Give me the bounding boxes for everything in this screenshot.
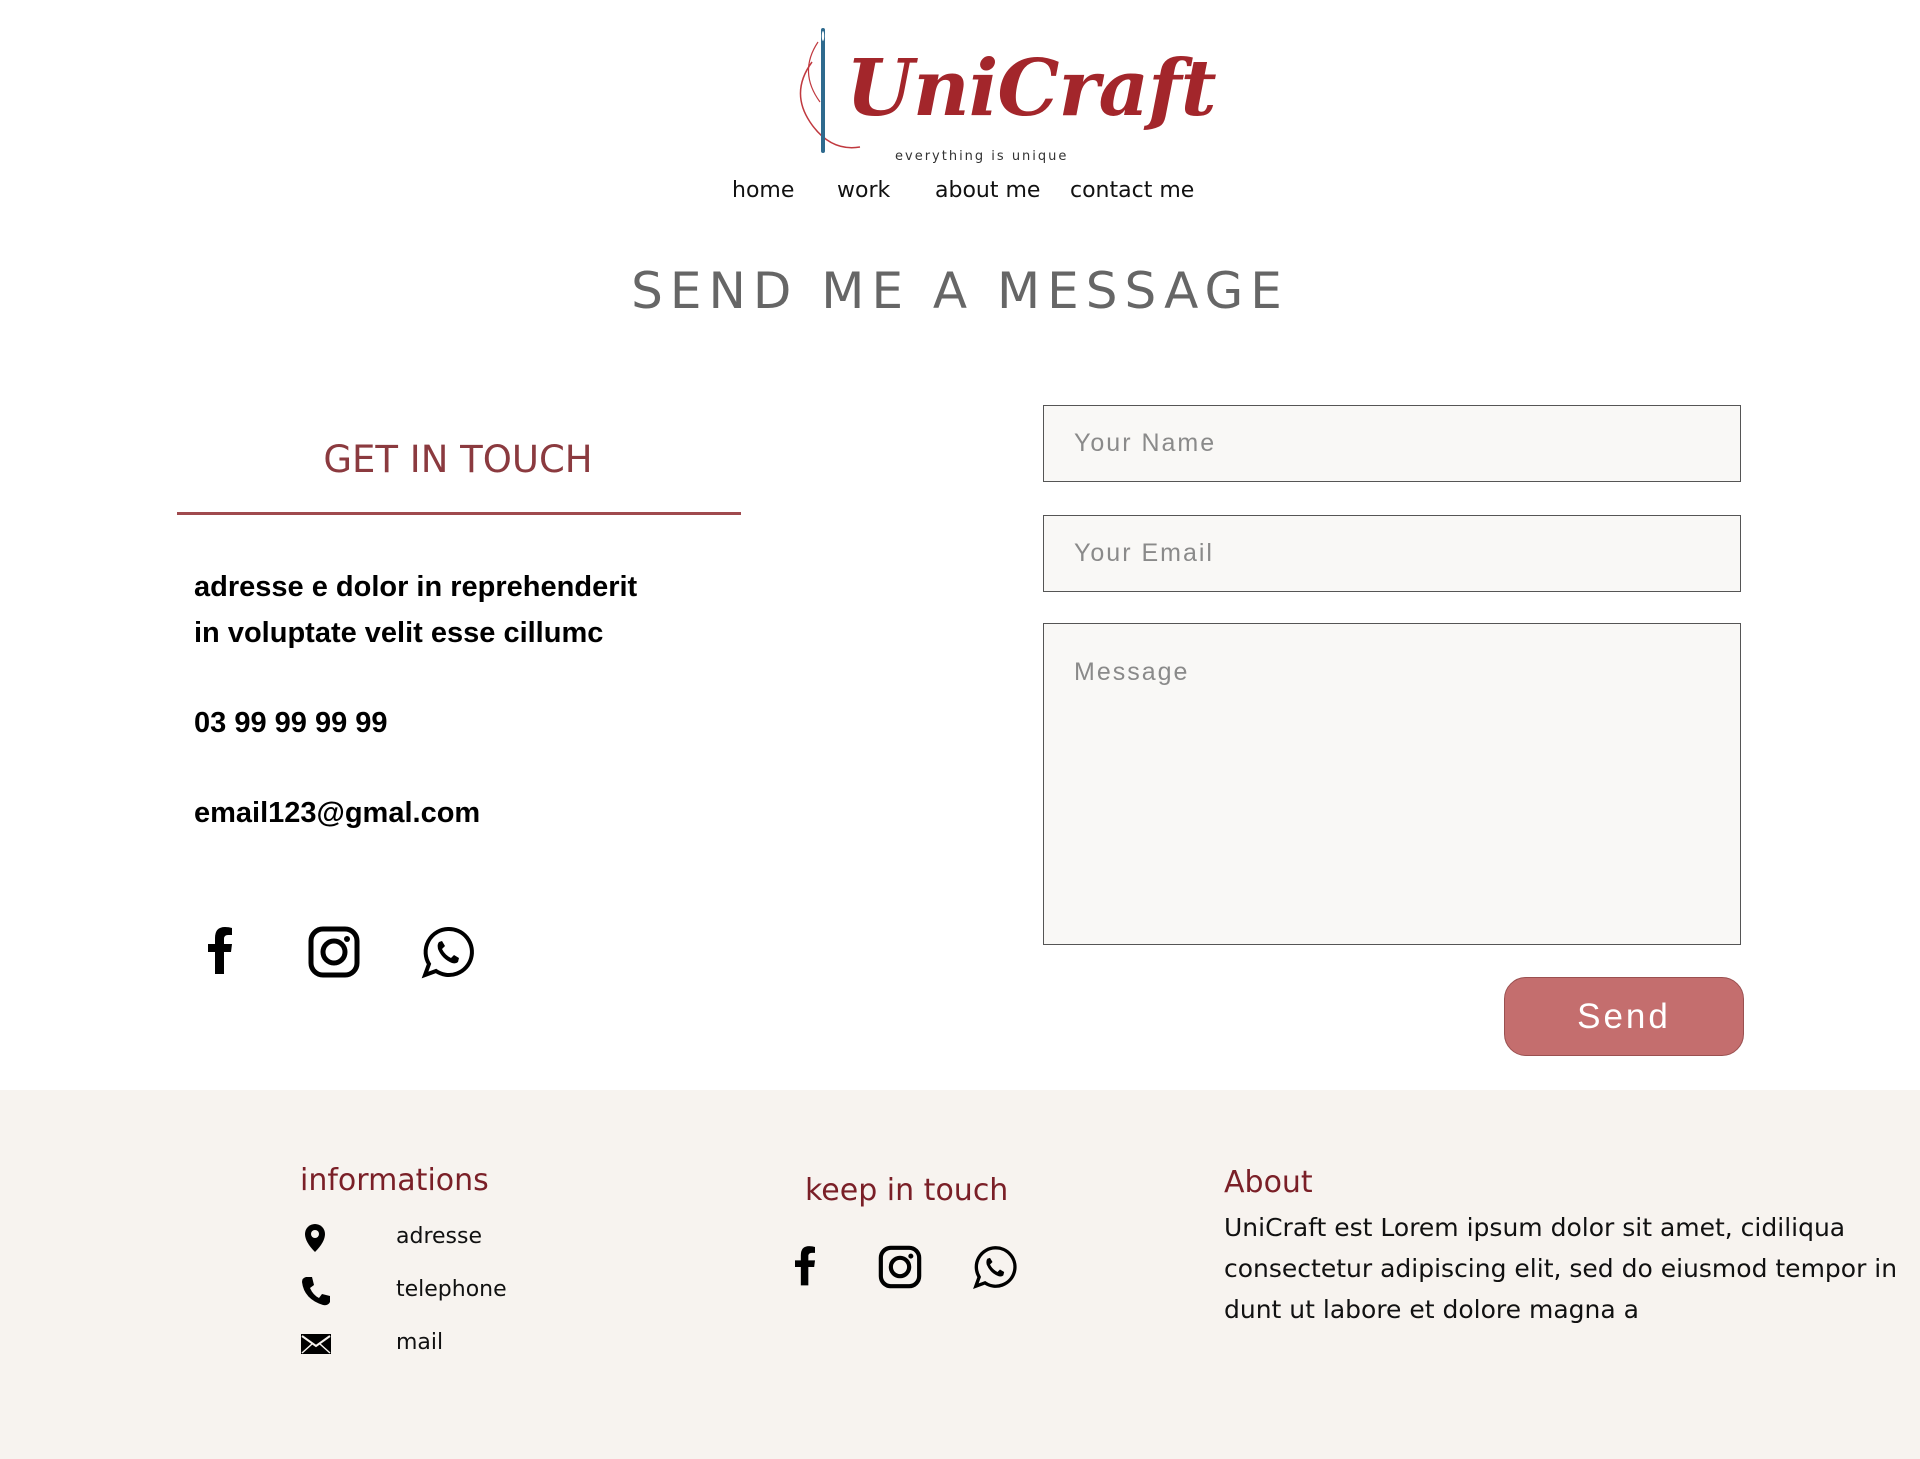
message-textarea[interactable] (1043, 623, 1741, 945)
whatsapp-icon[interactable] (418, 922, 478, 982)
whatsapp-icon[interactable] (970, 1242, 1020, 1292)
page-title: SEND ME A MESSAGE (631, 262, 1289, 320)
brand-name: UniCraft (846, 43, 1217, 134)
address-line-1: adresse e dolor in reprehenderit (194, 571, 638, 603)
info-item-mail: mail (396, 1330, 444, 1355)
email-input[interactable] (1043, 515, 1741, 592)
info-item-adresse: adresse (396, 1224, 483, 1249)
nav-work[interactable]: work (837, 178, 890, 203)
name-input[interactable] (1043, 405, 1741, 482)
phone-number: 03 99 99 99 99 (194, 707, 388, 739)
email-address: email123@gmal.com (194, 797, 481, 829)
keep-in-touch-heading: keep in touch (805, 1173, 1009, 1208)
nav-about-me[interactable]: about me (935, 178, 1040, 203)
divider (177, 512, 741, 515)
instagram-icon[interactable] (304, 922, 364, 982)
logo[interactable]: UniCraft everything is unique (790, 22, 1217, 167)
address-line-2: in voluptate velit esse cillumc (194, 617, 604, 649)
info-item-telephone: telephone (396, 1277, 507, 1302)
send-button[interactable]: Send (1504, 977, 1744, 1056)
about-heading: About (1224, 1165, 1313, 1200)
get-in-touch-title: GET IN TOUCH (323, 438, 593, 481)
nav-contact-me[interactable]: contact me (1070, 178, 1194, 203)
informations-heading: informations (300, 1163, 489, 1198)
facebook-icon[interactable] (190, 922, 250, 982)
about-text: UniCraft est Lorem ipsum dolor sit amet,… (1224, 1213, 1898, 1324)
instagram-icon[interactable] (875, 1242, 925, 1292)
tagline: everything is unique (895, 149, 1069, 164)
facebook-icon[interactable] (780, 1242, 830, 1292)
phone-icon (302, 1277, 330, 1306)
nav-home[interactable]: home (732, 178, 794, 203)
mail-icon (301, 1334, 331, 1354)
location-pin-icon (305, 1224, 325, 1252)
send-button-label: Send (1577, 996, 1671, 1036)
